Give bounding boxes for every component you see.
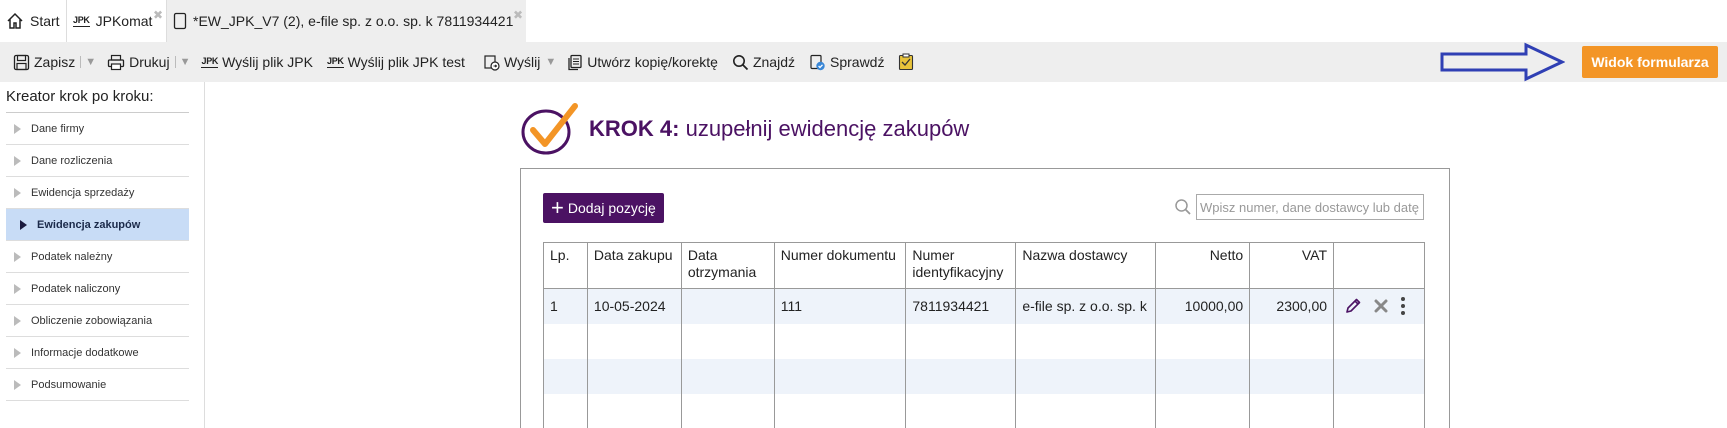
table-row[interactable]: 1 10-05-2024 111 7811934421 e-file sp. z… [543, 288, 1425, 324]
column-header-vat[interactable]: VAT [1249, 242, 1335, 289]
tab-document[interactable]: *EW_JPK_V7 (2), e-file sp. z o.o. sp. k … [166, 0, 526, 42]
sidebar-item-informacje-dodatkowe[interactable]: Informacje dodatkowe [6, 337, 189, 369]
toolbar: Zapisz ▼ Drukuj ▼ JPK Wyślij plik JPK JP… [0, 42, 1727, 82]
cell-nazwa-dostawcy: e-file sp. z o.o. sp. k [1015, 288, 1157, 324]
cell-lp: 1 [543, 288, 588, 324]
jpk-icon: JPK [201, 55, 219, 68]
printer-icon [107, 54, 125, 71]
wizard-sidebar: Kreator krok po kroku: Dane firmy Dane r… [0, 82, 205, 428]
search-input[interactable] [1196, 194, 1424, 220]
send-icon [483, 54, 500, 71]
check-button[interactable]: Sprawdź [804, 48, 889, 76]
step-number: KROK 4: [589, 116, 680, 141]
tab-start[interactable]: Start [0, 0, 66, 42]
triangle-right-icon [14, 315, 21, 326]
send-jpk-test-button[interactable]: JPK Wyślij plik JPK test [322, 48, 470, 76]
check-document-icon [809, 54, 826, 71]
sidebar-item-ewidencja-sprzedazy[interactable]: Ewidencja sprzedaży [6, 177, 189, 209]
plus-icon: + [551, 195, 564, 220]
tab-jpkomat[interactable]: JPK JPKomat ✖ [66, 0, 166, 42]
send-jpk-button[interactable]: JPK Wyślij plik JPK [196, 48, 318, 76]
search-icon[interactable] [1174, 198, 1192, 216]
more-vertical-icon[interactable] [1400, 296, 1406, 316]
clipboard-icon [898, 53, 914, 71]
tab-label: Start [30, 13, 60, 29]
checkmark-logo-icon [521, 103, 578, 155]
close-icon[interactable]: ✖ [513, 8, 523, 22]
purchases-table: Lp. Data zakupu Data otrzymania Numer do… [543, 242, 1425, 428]
triangle-right-icon [14, 379, 21, 390]
sidebar-item-ewidencja-zakupow[interactable]: Ewidencja zakupów [6, 209, 189, 241]
save-dropdown-icon[interactable]: ▼ [80, 56, 96, 68]
search-icon [732, 54, 749, 71]
column-header-numer-identyfikacyjny[interactable]: Numer identyfikacyjny [905, 242, 1017, 289]
cell-actions [1333, 288, 1425, 324]
triangle-right-icon [14, 283, 21, 294]
triangle-right-icon [14, 123, 21, 134]
column-header-nazwa-dostawcy[interactable]: Nazwa dostawcy [1015, 242, 1157, 289]
table-row-empty [543, 393, 1425, 428]
step-title: uzupełnij ewidencję zakupów [685, 116, 970, 141]
wizard-steps: Dane firmy Dane rozliczenia Ewidencja sp… [6, 113, 189, 401]
arrow-right-icon [1440, 42, 1565, 82]
jpk-icon: JPK [73, 14, 90, 27]
form-view-button[interactable]: Widok formularza [1582, 46, 1718, 78]
edit-pencil-icon[interactable] [1344, 297, 1362, 315]
column-header-numer-dokumentu[interactable]: Numer dokumentu [773, 242, 907, 289]
triangle-right-icon [14, 155, 21, 166]
sidebar-item-dane-firmy[interactable]: Dane firmy [6, 113, 189, 145]
sidebar-item-dane-rozliczenia[interactable]: Dane rozliczenia [6, 145, 189, 177]
page-title: KROK 4: uzupełnij ewidencję zakupów [589, 116, 969, 142]
table-header-row: Lp. Data zakupu Data otrzymania Numer do… [543, 242, 1425, 289]
save-button[interactable]: Zapisz [8, 48, 80, 76]
document-icon [173, 12, 187, 30]
triangle-right-icon [20, 219, 27, 230]
purchases-panel: + Dodaj pozycję Lp. Data zakupu Data otr… [520, 168, 1450, 428]
print-button[interactable]: Drukuj [102, 48, 174, 76]
sidebar-item-podsumowanie[interactable]: Podsumowanie [6, 369, 189, 401]
close-icon[interactable]: ✖ [153, 8, 163, 22]
step-header: KROK 4: uzupełnij ewidencję zakupów [519, 102, 969, 156]
cell-vat: 2300,00 [1249, 288, 1335, 324]
triangle-right-icon [14, 347, 21, 358]
sidebar-item-podatek-naliczony[interactable]: Podatek naliczony [6, 273, 189, 305]
send-button[interactable]: Wyślij [478, 48, 545, 76]
triangle-right-icon [14, 187, 21, 198]
copy-icon [567, 54, 583, 71]
table-row-empty [543, 358, 1425, 394]
tab-label: JPKomat [95, 13, 153, 29]
tab-label: *EW_JPK_V7 (2), e-file sp. z o.o. sp. k … [193, 13, 514, 29]
cell-netto: 10000,00 [1155, 288, 1251, 324]
tab-bar: Start JPK JPKomat ✖ *EW_JPK_V7 (2), e-fi… [0, 0, 1727, 42]
add-item-button[interactable]: + Dodaj pozycję [543, 193, 664, 223]
row-actions [1340, 296, 1418, 316]
delete-x-icon[interactable] [1374, 299, 1388, 313]
sidebar-title: Kreator krok po kroku: [6, 88, 154, 105]
main-content: KROK 4: uzupełnij ewidencję zakupów + Do… [206, 82, 1727, 428]
cell-data-otrzymania [680, 288, 775, 324]
cell-numer-identyfikacyjny: 7811934421 [905, 288, 1017, 324]
table-row-empty [543, 323, 1425, 359]
cell-numer-dokumentu: 111 [773, 288, 907, 324]
print-dropdown-icon[interactable]: ▼ [174, 56, 190, 68]
cell-data-zakupu: 10-05-2024 [586, 288, 682, 324]
triangle-right-icon [14, 251, 21, 262]
column-header-lp[interactable]: Lp. [543, 242, 588, 289]
search-box [1174, 194, 1424, 220]
jpk-icon: JPK [326, 55, 344, 68]
sidebar-item-podatek-nalezny[interactable]: Podatek należny [6, 241, 189, 273]
column-header-data-zakupu[interactable]: Data zakupu [586, 242, 682, 289]
create-copy-button[interactable]: Utwórz kopię/korektę [562, 48, 723, 76]
clipboard-button[interactable] [893, 48, 923, 76]
column-header-netto[interactable]: Netto [1155, 242, 1251, 289]
home-icon [6, 12, 24, 30]
save-icon [13, 54, 30, 71]
send-dropdown-icon[interactable]: ▼ [545, 56, 556, 68]
column-header-data-otrzymania[interactable]: Data otrzymania [680, 242, 775, 289]
find-button[interactable]: Znajdź [727, 48, 800, 76]
column-header-actions [1333, 242, 1425, 289]
sidebar-item-obliczenie-zobowiazania[interactable]: Obliczenie zobowiązania [6, 305, 189, 337]
